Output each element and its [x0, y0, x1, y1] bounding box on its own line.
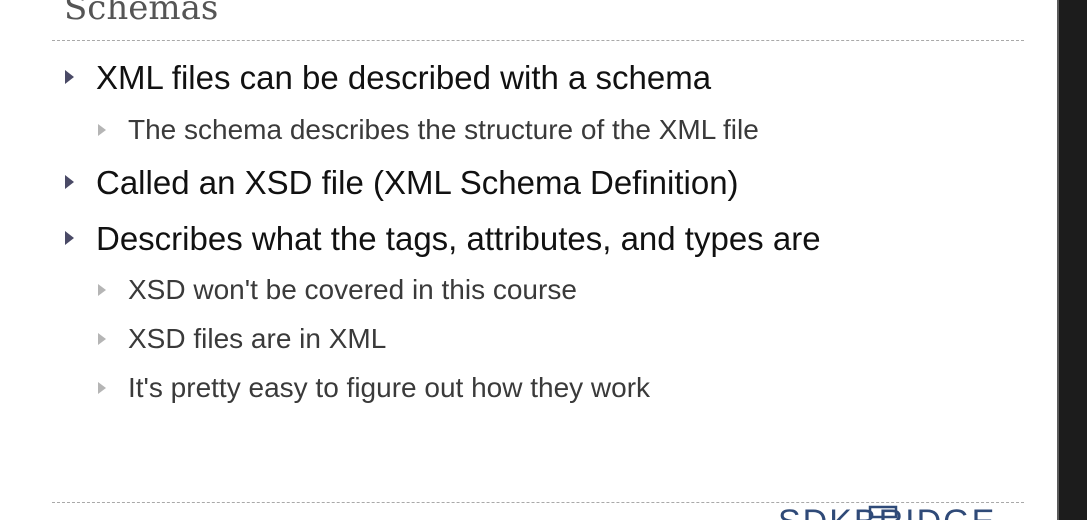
bullet-arrow-icon — [65, 175, 74, 189]
sub-bullet-arrow-icon — [98, 284, 106, 296]
sub-bullet-item: It's pretty easy to figure out how they … — [98, 371, 651, 405]
bullet-text: Describes what the tags, attributes, and… — [96, 220, 821, 257]
sub-bullet-text: The schema describes the structure of th… — [128, 114, 759, 145]
sub-bullet-arrow-icon — [98, 333, 106, 345]
sub-bullet-arrow-icon — [98, 382, 106, 394]
bullet-item: XML files can be described with a schema — [65, 58, 712, 98]
sub-bullet-item: XSD files are in XML — [98, 322, 387, 356]
sdkbridge-logo: SDKBRIDGE — [778, 503, 994, 520]
sub-bullet-item: The schema describes the structure of th… — [98, 113, 759, 147]
bullet-text: XML files can be described with a schema — [96, 59, 712, 96]
slide: Schemas XML files can be described with … — [0, 0, 1087, 520]
bullet-item: Describes what the tags, attributes, and… — [65, 219, 821, 259]
sub-bullet-text: XSD won't be covered in this course — [128, 274, 577, 305]
slide-title: Schemas — [64, 0, 219, 28]
bullet-item: Called an XSD file (XML Schema Definitio… — [65, 163, 739, 203]
title-divider — [52, 40, 1024, 41]
sub-bullet-text: It's pretty easy to figure out how they … — [128, 372, 651, 403]
sub-bullet-text: XSD files are in XML — [128, 323, 387, 354]
bullet-arrow-icon — [65, 70, 74, 84]
sub-bullet-item: XSD won't be covered in this course — [98, 273, 577, 307]
window-side-panel — [1059, 0, 1087, 520]
sub-bullet-arrow-icon — [98, 124, 106, 136]
bullet-arrow-icon — [65, 231, 74, 245]
bullet-text: Called an XSD file (XML Schema Definitio… — [96, 164, 739, 201]
